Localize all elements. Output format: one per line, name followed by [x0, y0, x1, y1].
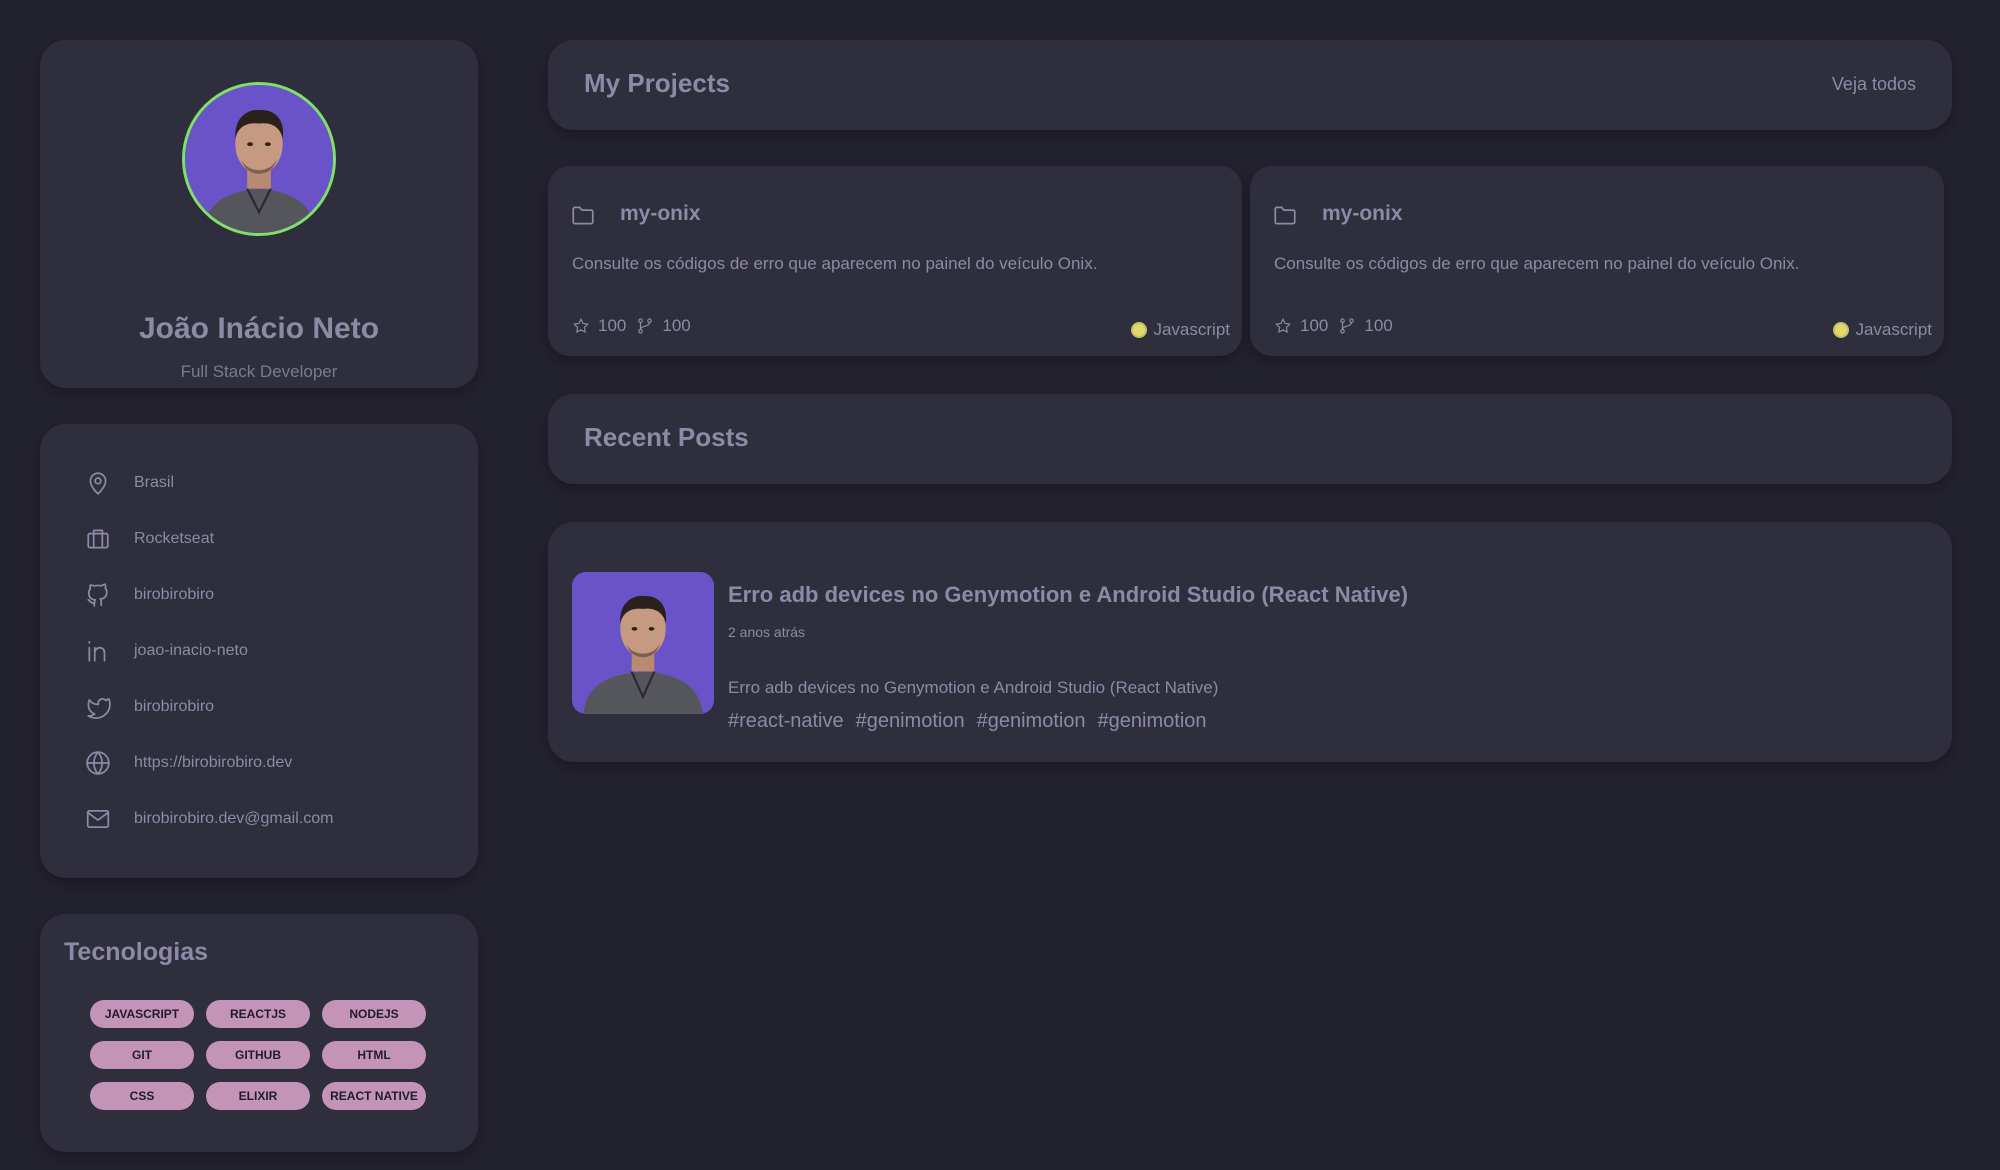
profile-name: João Inácio Neto — [138, 312, 380, 345]
star-icon — [1275, 318, 1291, 333]
tech-pill: github — [206, 1041, 310, 1069]
post-title[interactable]: Erro adb devices no Genymotion e Android… — [728, 582, 1408, 608]
info-item-github[interactable]: birobirobiro — [84, 580, 214, 610]
profile-card: João Inácio Neto Full Stack Developer — [40, 40, 478, 388]
info-item-label: birobirobiro — [134, 698, 215, 715]
fork-count: 100 — [1364, 316, 1393, 335]
map-pin-icon — [84, 469, 112, 497]
post-tag[interactable]: #genimotion — [1098, 710, 1207, 733]
project-card[interactable]: my-onix Consulte os códigos de erro que … — [1250, 166, 1944, 356]
project-language: Javascript — [1131, 320, 1230, 340]
post-timestamp: 2 anos atrás — [728, 624, 806, 640]
folder-icon — [570, 202, 596, 228]
fork-icon — [1340, 318, 1355, 334]
star-count: 100 — [598, 316, 627, 335]
star-icon — [573, 318, 589, 333]
tech-pill: nodejs — [322, 1000, 426, 1028]
linkedin-icon — [84, 637, 112, 665]
info-item-label: joao-inacio-neto — [134, 642, 248, 659]
tech-pill: reactjs — [206, 1000, 310, 1028]
github-icon — [84, 581, 112, 609]
info-item-website[interactable]: https://birobirobiro.dev — [84, 748, 292, 778]
language-label: Javascript — [1855, 320, 1932, 339]
fork-count: 100 — [662, 316, 691, 335]
info-item-company: Rocketseat — [84, 524, 214, 554]
fork-icon — [638, 318, 653, 334]
language-dot-icon — [1131, 322, 1148, 338]
post-tag[interactable]: #genimotion — [977, 710, 1086, 733]
info-item-label: birobirobiro.dev@gmail.com — [134, 810, 334, 827]
project-stats: 100 100 — [1274, 316, 1403, 336]
tech-pill: git — [90, 1041, 194, 1069]
language-label: Javascript — [1153, 320, 1230, 339]
projects-title: My Projects — [584, 68, 730, 98]
avatar — [182, 82, 336, 236]
star-count: 100 — [1300, 316, 1329, 335]
info-card: Brasil Rocketseat birobirobiro joao-inac… — [40, 424, 478, 878]
profile-role: Full Stack Developer — [180, 362, 338, 381]
person-photo-icon — [572, 572, 714, 714]
twitter-icon — [84, 693, 112, 721]
language-dot-icon — [1833, 322, 1850, 338]
info-item-label: https://birobirobiro.dev — [134, 754, 293, 771]
project-stats: 100 100 — [572, 316, 701, 336]
person-photo-icon — [185, 85, 333, 233]
post-excerpt: Erro adb devices no Genymotion e Android… — [728, 678, 1219, 697]
briefcase-icon — [84, 525, 112, 553]
posts-title: Recent Posts — [584, 422, 749, 452]
post-thumbnail — [572, 572, 714, 714]
project-language: Javascript — [1833, 320, 1932, 340]
project-description: Consulte os códigos de erro que aparecem… — [572, 254, 1098, 273]
info-item-twitter[interactable]: birobirobiro — [84, 692, 214, 722]
info-item-linkedin[interactable]: joao-inacio-neto — [84, 636, 248, 666]
project-name: my-onix — [1322, 202, 1403, 225]
info-item-label: birobirobiro — [134, 586, 215, 603]
info-item-location: Brasil — [84, 468, 174, 498]
info-item-email[interactable]: birobirobiro.dev@gmail.com — [84, 804, 333, 834]
projects-header: My Projects Veja todos — [548, 40, 1952, 130]
mail-icon — [84, 805, 112, 833]
project-name: my-onix — [620, 202, 701, 225]
folder-icon — [1272, 202, 1298, 228]
post-tags: #react-native #genimotion #genimotion #g… — [728, 710, 1207, 733]
tech-pill: html — [322, 1041, 426, 1069]
tech-pill: react native — [322, 1082, 426, 1110]
project-card[interactable]: my-onix Consulte os códigos de erro que … — [548, 166, 1242, 356]
post-tag[interactable]: #genimotion — [856, 710, 965, 733]
globe-icon — [84, 749, 112, 777]
tech-title: Tecnologias — [64, 938, 209, 966]
project-description: Consulte os códigos de erro que aparecem… — [1274, 254, 1800, 273]
info-item-label: Brasil — [134, 474, 175, 491]
tech-pill: css — [90, 1082, 194, 1110]
see-all-link[interactable]: Veja todos — [1832, 74, 1916, 95]
posts-header: Recent Posts — [548, 394, 1952, 484]
tech-pill: javascript — [90, 1000, 194, 1028]
post-tag[interactable]: #react-native — [728, 710, 844, 733]
post-card[interactable]: Erro adb devices no Genymotion e Android… — [548, 522, 1952, 762]
tech-card: Tecnologias javascript reactjs nodejs gi… — [40, 914, 478, 1152]
tech-pill: elixir — [206, 1082, 310, 1110]
info-item-label: Rocketseat — [134, 530, 215, 547]
